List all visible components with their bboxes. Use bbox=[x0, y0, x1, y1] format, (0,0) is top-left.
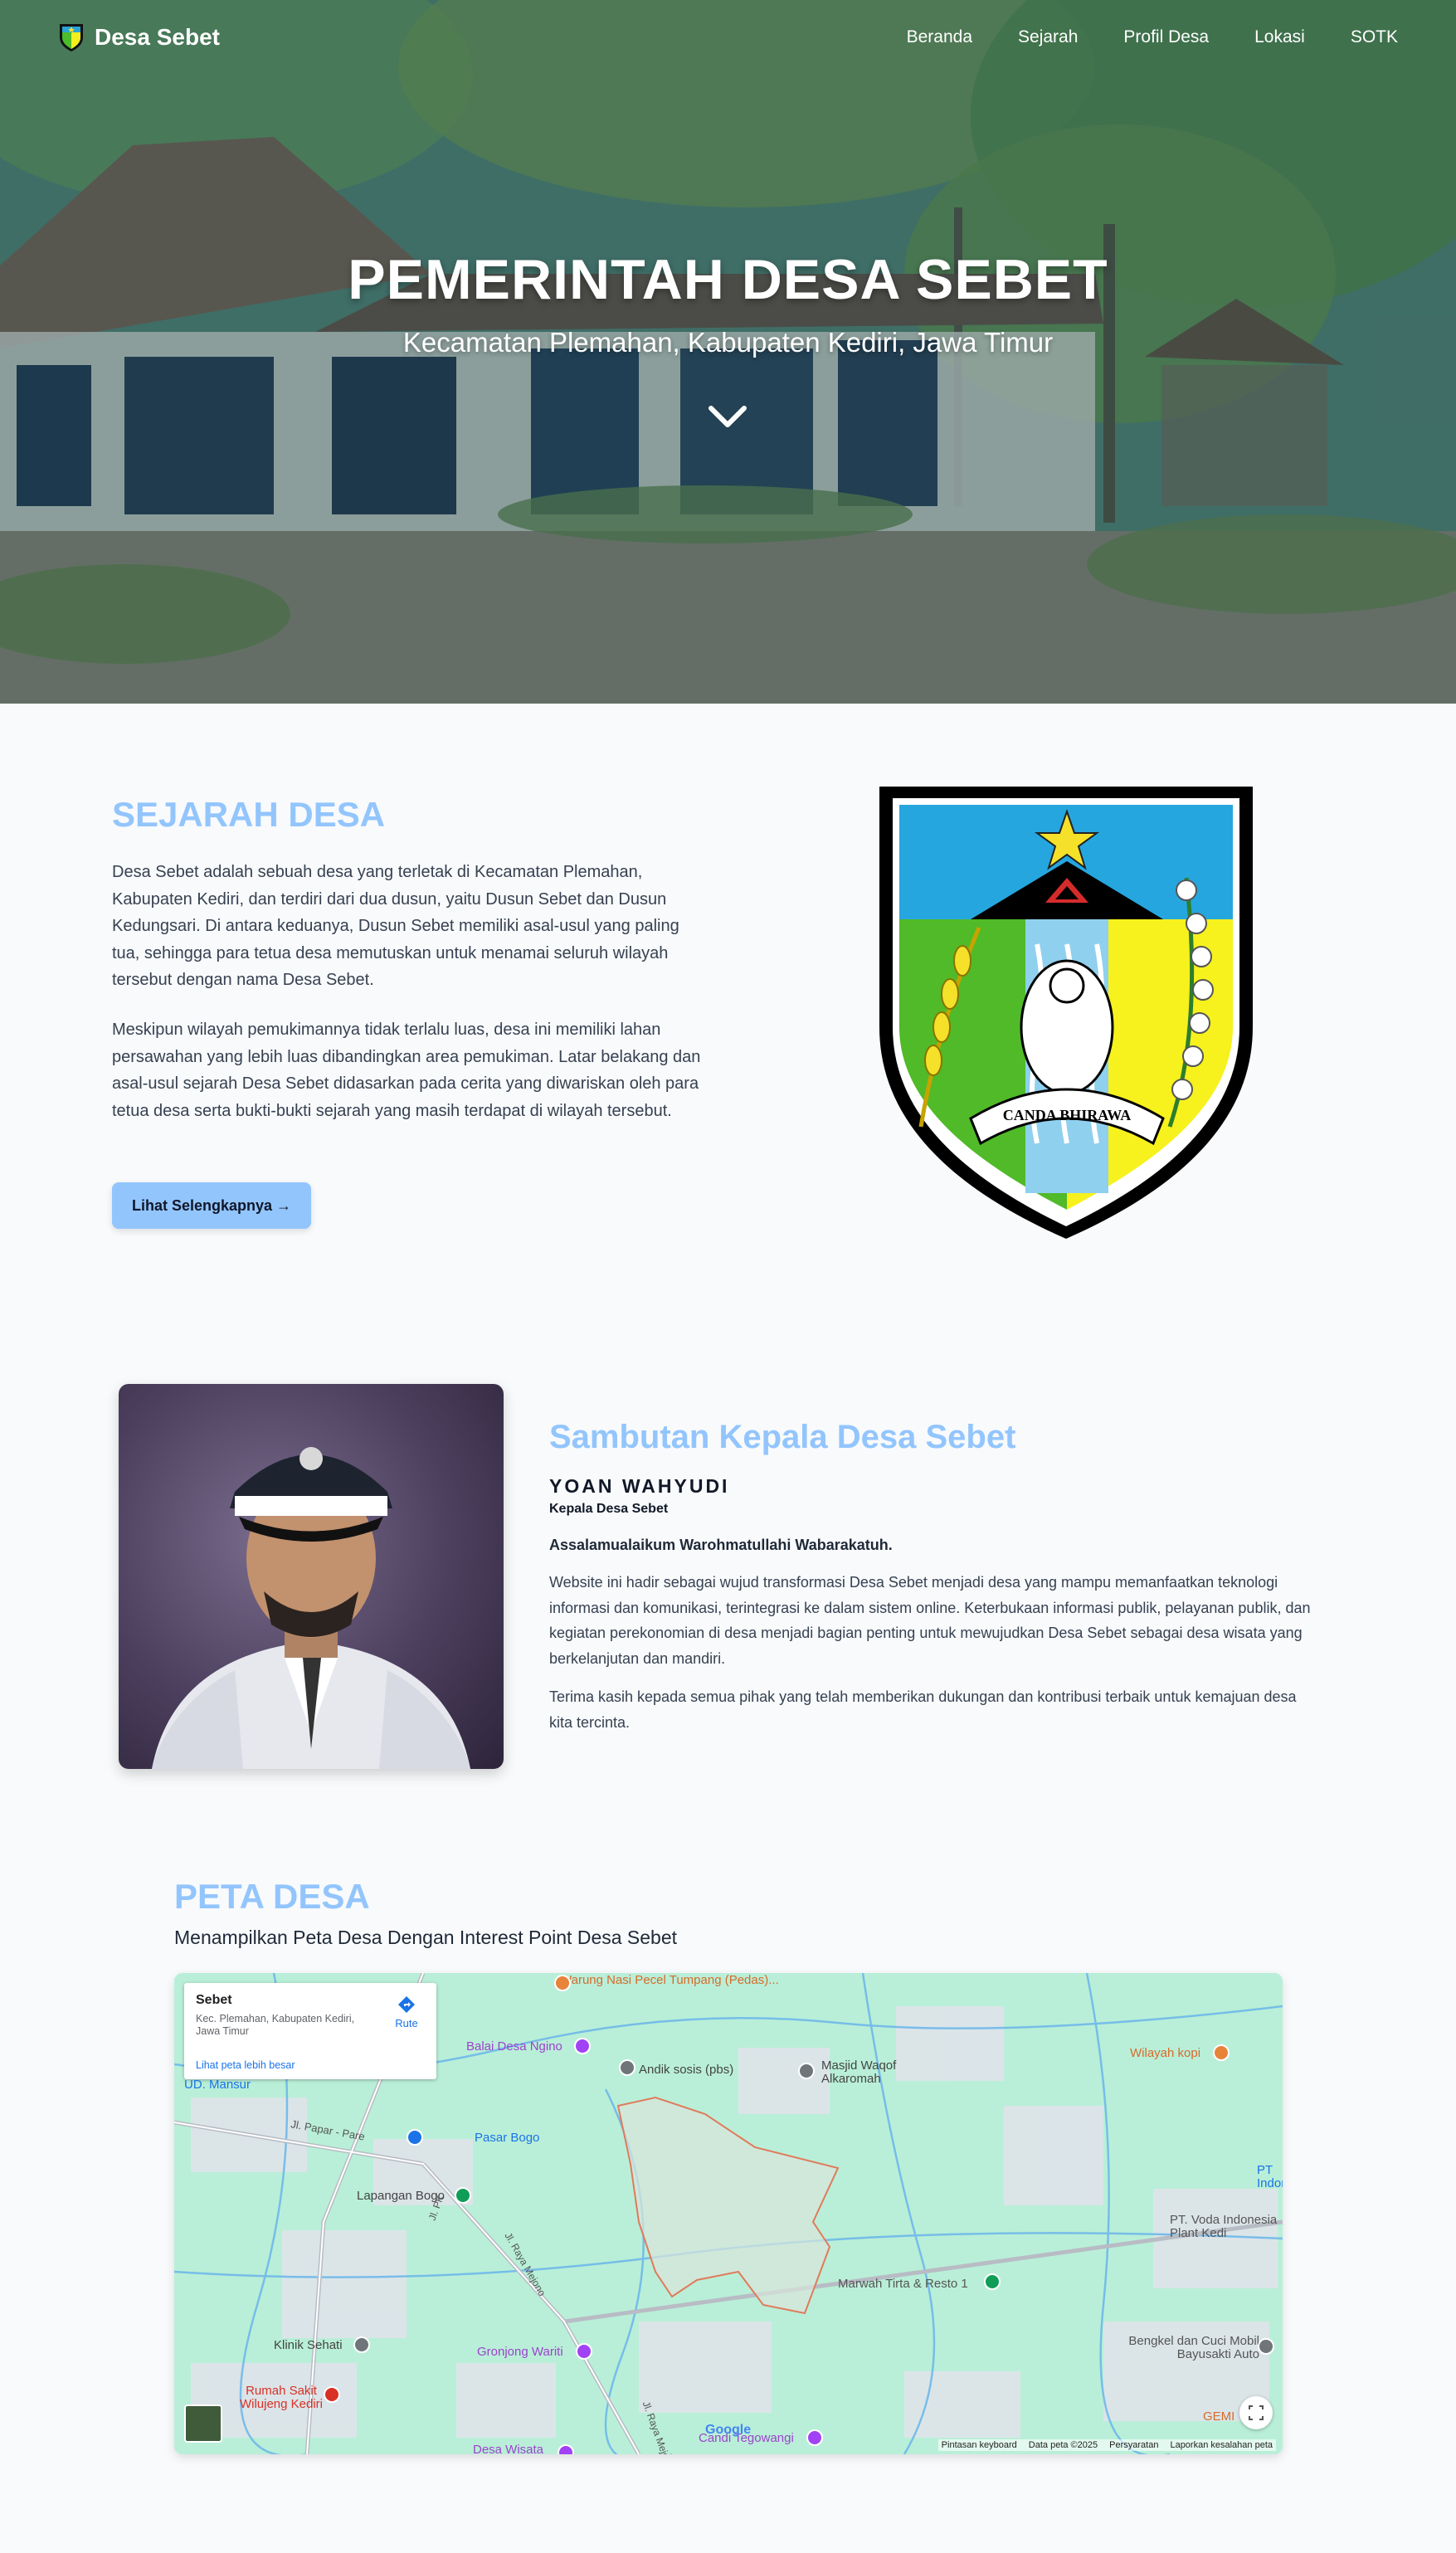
sambutan-title: Sambutan Kepala Desa Sebet bbox=[549, 1419, 1016, 1455]
fullscreen-icon bbox=[1249, 2405, 1264, 2420]
satellite-toggle[interactable] bbox=[184, 2404, 222, 2443]
map-footer-terms[interactable]: Persyaratan bbox=[1109, 2440, 1158, 2450]
scroll-down-chevron-icon[interactable] bbox=[707, 400, 748, 433]
kepala-desa-name: YOAN WAHYUDI bbox=[549, 1475, 730, 1497]
map-pins bbox=[324, 1975, 1274, 2454]
sejarah-title: SEJARAH DESA bbox=[112, 795, 386, 834]
hero-section: Desa Sebet Beranda Sejarah Profil Desa L… bbox=[0, 0, 1456, 704]
google-logo: Google bbox=[705, 2423, 752, 2437]
hero-title: PEMERINTAH DESA SEBET bbox=[348, 248, 1108, 311]
peta-title: PETA DESA bbox=[174, 1877, 370, 1916]
nav-beranda[interactable]: Beranda bbox=[907, 27, 972, 47]
nav-links: Beranda Sejarah Profil Desa Lokasi SOTK bbox=[907, 27, 1398, 47]
nav-lokasi[interactable]: Lokasi bbox=[1254, 27, 1305, 47]
brand[interactable]: Desa Sebet bbox=[58, 22, 220, 52]
sejarah-paragraph-2: Meskipun wilayah pemukimannya tidak terl… bbox=[112, 1021, 701, 1120]
map-footer: Pintasan keyboard Data peta ©2025 Persya… bbox=[937, 2439, 1276, 2451]
fullscreen-button[interactable] bbox=[1239, 2396, 1273, 2429]
kepala-desa-photo bbox=[119, 1384, 504, 1769]
map-footer-report[interactable]: Laporkan kesalahan peta bbox=[1170, 2440, 1273, 2450]
top-navbar: Desa Sebet Beranda Sejarah Profil Desa L… bbox=[0, 0, 1456, 75]
nav-sejarah[interactable]: Sejarah bbox=[1018, 27, 1078, 47]
sambutan-paragraph-1: Website ini hadir sebagai wujud transfor… bbox=[549, 1574, 1311, 1667]
hero-subtitle: Kecamatan Plemahan, Kabupaten Kediri, Ja… bbox=[402, 327, 1054, 358]
read-more-button[interactable]: Lihat Selengkapnya → bbox=[112, 1182, 311, 1229]
embedded-map[interactable]: Sebet Kec. Plemahan, Kabupaten Kediri, J… bbox=[174, 1973, 1283, 2454]
emblem-motto: CANDA BHIRAWA bbox=[1003, 1107, 1132, 1123]
kabupaten-kediri-emblem: CANDA BHIRAWA bbox=[879, 787, 1253, 1239]
greeting-text: Assalamualaikum Warohmatullahi Wabarakat… bbox=[549, 1537, 893, 1553]
peta-subtitle: Menampilkan Peta Desa Dengan Interest Po… bbox=[174, 1927, 678, 1948]
brand-name: Desa Sebet bbox=[95, 24, 220, 50]
nav-profil-desa[interactable]: Profil Desa bbox=[1123, 27, 1209, 47]
map-pin-icons bbox=[324, 1975, 1274, 2454]
village-logo-icon bbox=[60, 24, 83, 51]
sejarah-paragraph-1: Desa Sebet adalah sebuah desa yang terle… bbox=[112, 863, 679, 989]
sambutan-paragraph-2: Terima kasih kepada semua pihak yang tel… bbox=[549, 1688, 1297, 1731]
nav-sotk[interactable]: SOTK bbox=[1351, 27, 1398, 47]
kepala-desa-role: Kepala Desa Sebet bbox=[549, 1502, 669, 1516]
map-footer-data: Data peta ©2025 bbox=[1028, 2440, 1098, 2450]
map-footer-keyboard[interactable]: Pintasan keyboard bbox=[942, 2440, 1017, 2450]
